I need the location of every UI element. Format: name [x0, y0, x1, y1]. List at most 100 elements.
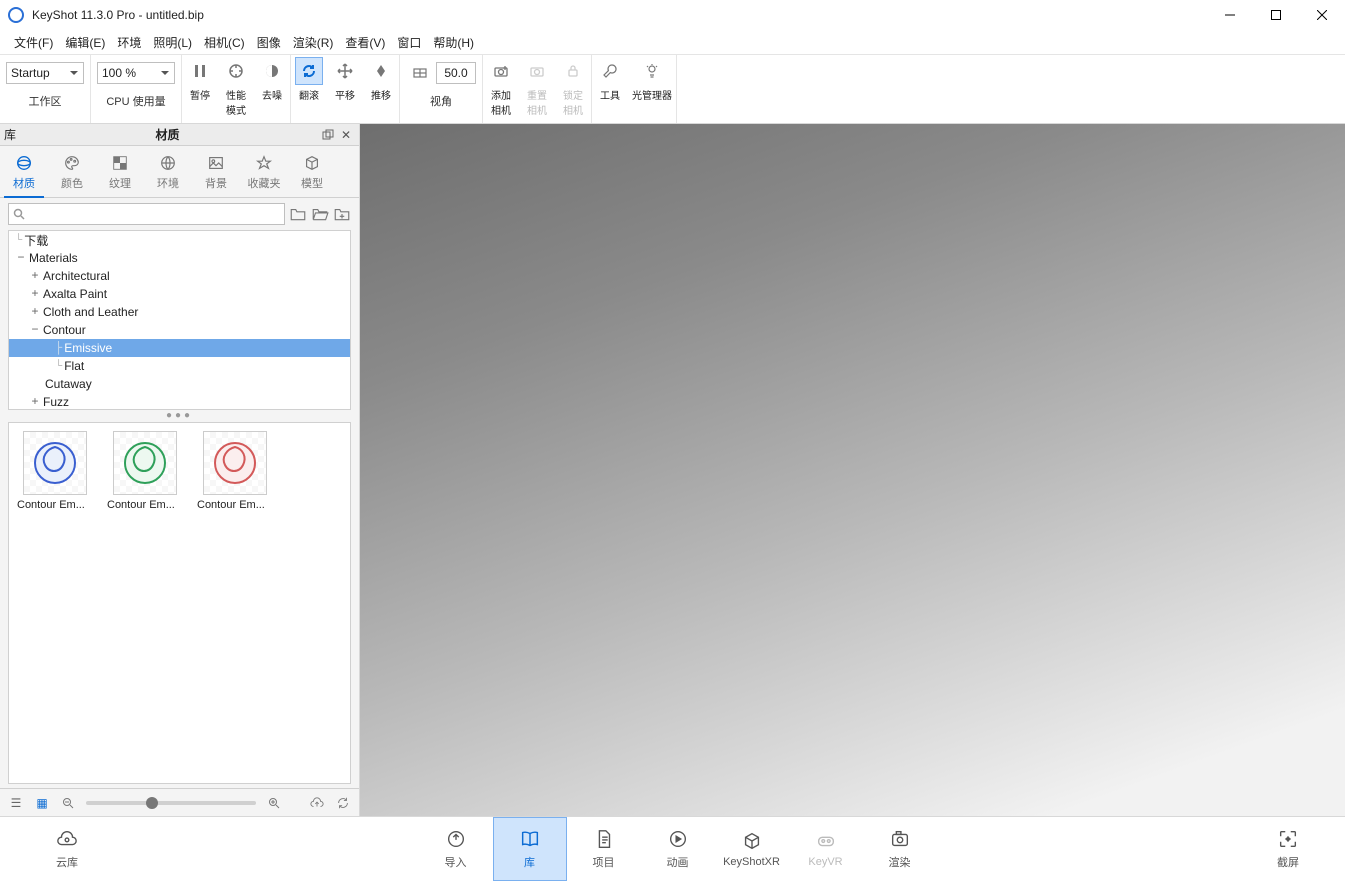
- tree-fuzz[interactable]: +Fuzz: [9, 393, 350, 410]
- menu-edit[interactable]: 编辑(E): [59, 32, 111, 53]
- vr-icon: [814, 829, 838, 853]
- panel-close-button[interactable]: ✕: [337, 126, 355, 144]
- tree-cutaway[interactable]: Cutaway: [9, 375, 350, 393]
- lock-camera-button[interactable]: 锁定 相机: [555, 55, 591, 123]
- keyshotxr-button[interactable]: KeyShotXR: [715, 817, 789, 881]
- panel-title: 材质: [16, 126, 319, 143]
- performance-mode-button[interactable]: 性能 模式: [218, 55, 254, 123]
- main-area: 库 材质 ✕ 材质 颜色 纹理 环境 背景 收藏夹 模型 └下载 −Materi…: [0, 124, 1345, 816]
- xr-cube-icon: [740, 829, 764, 853]
- menu-window[interactable]: 窗口: [391, 32, 427, 53]
- angle-icon[interactable]: [406, 59, 434, 87]
- tumble-button[interactable]: 翻滚: [291, 55, 327, 123]
- menu-image[interactable]: 图像: [251, 32, 287, 53]
- bottom-bar: 云库 导入 库 项目 动画 KeyShotXR KeyVR 渲染 截屏: [0, 816, 1345, 880]
- tab-environments[interactable]: 环境: [144, 149, 192, 197]
- tree-emissive[interactable]: ├Emissive: [9, 339, 350, 357]
- animation-button[interactable]: 动画: [641, 817, 715, 881]
- angle-field[interactable]: 50.0: [436, 62, 476, 84]
- dolly-button[interactable]: 推移: [363, 55, 399, 123]
- pan-button[interactable]: 平移: [327, 55, 363, 123]
- folder-icon[interactable]: [289, 205, 307, 223]
- thumbnail-item[interactable]: Contour Em...: [197, 431, 273, 511]
- pause-button[interactable]: 暂停: [182, 55, 218, 123]
- document-icon: [592, 827, 616, 851]
- thumbnail-grid: Contour Em... Contour Em... Contour Em..…: [8, 422, 351, 784]
- close-button[interactable]: [1299, 0, 1345, 30]
- menu-render[interactable]: 渲染(R): [287, 32, 340, 53]
- light-manager-button[interactable]: 光管理器: [628, 55, 676, 123]
- checker-icon: [110, 153, 130, 173]
- menu-lighting[interactable]: 照明(L): [147, 32, 198, 53]
- tree-materials[interactable]: −Materials: [9, 249, 350, 267]
- search-icon: [13, 208, 25, 220]
- folder-add-icon[interactable]: [333, 205, 351, 223]
- angle-label: 视角: [430, 93, 452, 109]
- search-row: [0, 198, 359, 230]
- screenshot-button[interactable]: 截屏: [1251, 817, 1325, 881]
- render-button[interactable]: 渲染: [863, 817, 937, 881]
- zoom-in-icon[interactable]: [266, 795, 282, 811]
- zoom-combo[interactable]: 100 %: [97, 62, 175, 84]
- sidebar-footer: ☰ ▦: [0, 788, 359, 816]
- menu-camera[interactable]: 相机(C): [198, 32, 251, 53]
- cloud-upload-icon[interactable]: [309, 795, 325, 811]
- list-view-icon[interactable]: ☰: [8, 795, 24, 811]
- thumb-size-slider[interactable]: [86, 801, 256, 805]
- keyvr-button[interactable]: KeyVR: [789, 817, 863, 881]
- search-input[interactable]: [8, 203, 285, 225]
- folder-open-icon[interactable]: [311, 205, 329, 223]
- tree-flat[interactable]: └Flat: [9, 357, 350, 375]
- menu-environment[interactable]: 环境: [111, 32, 147, 53]
- material-swatch-icon: [213, 441, 257, 485]
- palette-icon: [62, 153, 82, 173]
- reset-camera-button[interactable]: 重置 相机: [519, 55, 555, 123]
- denoise-button[interactable]: 去噪: [254, 55, 290, 123]
- thumbnail-item[interactable]: Contour Em...: [107, 431, 183, 511]
- tab-backplates[interactable]: 背景: [192, 149, 240, 197]
- menu-help[interactable]: 帮助(H): [427, 32, 480, 53]
- tab-models[interactable]: 模型: [288, 149, 336, 197]
- panel-left-label: 库: [4, 126, 16, 143]
- library-button[interactable]: 库: [493, 817, 567, 881]
- tab-textures[interactable]: 纹理: [96, 149, 144, 197]
- render-viewport[interactable]: [360, 124, 1345, 816]
- add-camera-button[interactable]: 添加 相机: [483, 55, 519, 123]
- sphere-icon: [14, 153, 34, 173]
- panel-header: 库 材质 ✕: [0, 124, 359, 146]
- toolbar: Startup 工作区 100 % CPU 使用量 暂停 性能 模式 去噪 翻滚…: [0, 54, 1345, 124]
- library-tabs: 材质 颜色 纹理 环境 背景 收藏夹 模型: [0, 146, 359, 198]
- tab-colors[interactable]: 颜色: [48, 149, 96, 197]
- menu-file[interactable]: 文件(F): [8, 32, 59, 53]
- project-button[interactable]: 项目: [567, 817, 641, 881]
- splitter-handle[interactable]: ●●●: [0, 410, 359, 420]
- tree-downloads[interactable]: └下载: [9, 231, 350, 249]
- grid-view-icon[interactable]: ▦: [34, 795, 50, 811]
- import-button[interactable]: 导入: [419, 817, 493, 881]
- workspace-combo[interactable]: Startup: [6, 62, 84, 84]
- tree-architectural[interactable]: +Architectural: [9, 267, 350, 285]
- cloud-library-button[interactable]: 云库: [30, 817, 104, 881]
- tab-favorites[interactable]: 收藏夹: [240, 149, 288, 197]
- import-icon: [444, 827, 468, 851]
- thumbnail-item[interactable]: Contour Em...: [17, 431, 93, 511]
- minimize-button[interactable]: [1207, 0, 1253, 30]
- tree-contour[interactable]: −Contour: [9, 321, 350, 339]
- material-tree[interactable]: └下载 −Materials +Architectural +Axalta Pa…: [8, 230, 351, 410]
- zoom-out-icon[interactable]: [60, 795, 76, 811]
- tree-axalta[interactable]: +Axalta Paint: [9, 285, 350, 303]
- menu-view[interactable]: 查看(V): [339, 32, 391, 53]
- camera-icon: [888, 827, 912, 851]
- globe-icon: [158, 153, 178, 173]
- tab-materials[interactable]: 材质: [0, 149, 48, 197]
- app-logo-icon: [8, 7, 24, 23]
- image-icon: [206, 153, 226, 173]
- maximize-button[interactable]: [1253, 0, 1299, 30]
- cube-icon: [302, 153, 322, 173]
- cpu-usage-label: CPU 使用量: [106, 93, 165, 109]
- menu-bar: 文件(F) 编辑(E) 环境 照明(L) 相机(C) 图像 渲染(R) 查看(V…: [0, 30, 1345, 54]
- tools-button[interactable]: 工具: [592, 55, 628, 123]
- panel-popout-button[interactable]: [319, 126, 337, 144]
- refresh-icon[interactable]: [335, 795, 351, 811]
- tree-cloth[interactable]: +Cloth and Leather: [9, 303, 350, 321]
